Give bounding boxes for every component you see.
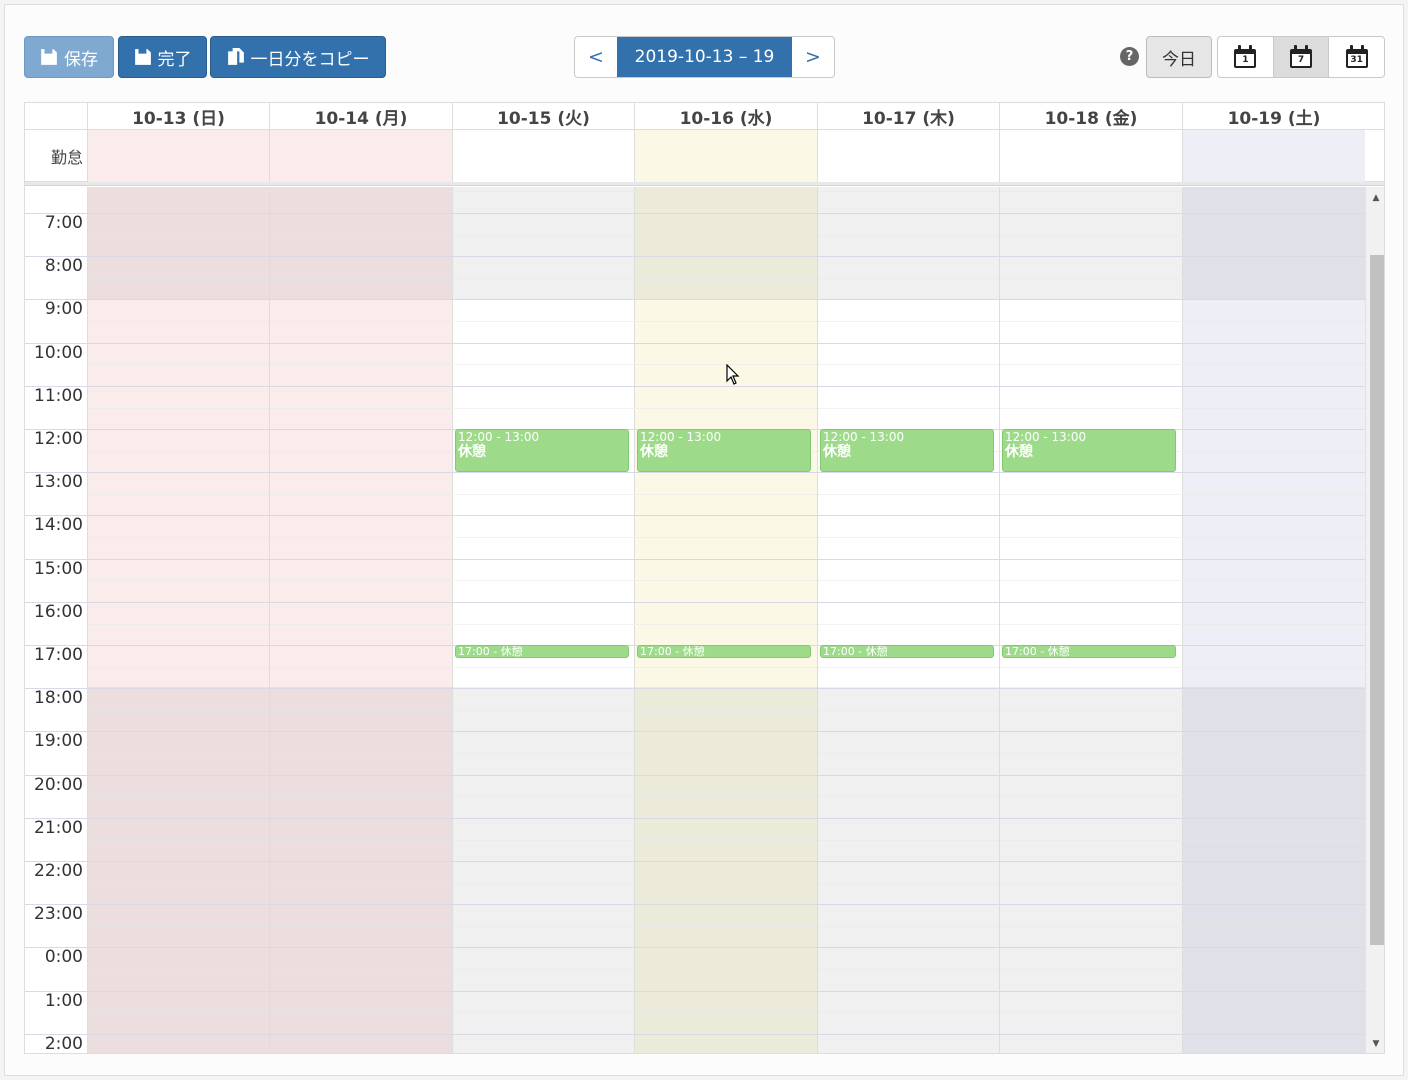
time-label: 14:00 bbox=[34, 515, 83, 535]
attendance-label: 勤怠 bbox=[50, 148, 83, 167]
break-event-time: 12:00 - 13:00 bbox=[640, 430, 722, 444]
copy-day-button-label: 一日分をコピー bbox=[250, 49, 370, 70]
attendance-cell[interactable] bbox=[1182, 130, 1365, 182]
time-label: 9:00 bbox=[44, 299, 83, 319]
time-label: 17:00 bbox=[34, 645, 83, 665]
time-label: 0:00 bbox=[44, 947, 83, 967]
attendance-cell[interactable] bbox=[999, 130, 1182, 182]
time-label: 21:00 bbox=[34, 818, 83, 838]
floppy-disk-icon bbox=[41, 49, 57, 65]
break-event-title: 休憩 bbox=[458, 444, 486, 460]
copy-day-button[interactable]: 一日分をコピー bbox=[210, 36, 386, 78]
save-button-label: 保存 bbox=[64, 49, 98, 70]
day-column[interactable] bbox=[269, 187, 452, 1053]
day-header-row: 10-13 (日) 10-14 (月) 10-15 (火) 10-16 (水) … bbox=[25, 103, 1384, 130]
scrollbar-thumb[interactable] bbox=[1370, 255, 1384, 945]
evening-break-event[interactable]: 17:00 - 休憩 bbox=[455, 645, 629, 658]
time-label: 11:00 bbox=[34, 386, 83, 406]
time-label: 1:00 bbox=[44, 991, 83, 1011]
floppy-disk-icon bbox=[134, 49, 151, 65]
day-header[interactable]: 10-18 (金) bbox=[999, 103, 1182, 130]
break-event[interactable]: 12:00 - 13:00 休憩 bbox=[637, 429, 811, 472]
vertical-scrollbar[interactable]: ▲ ▼ bbox=[1365, 187, 1384, 1053]
time-label: 18:00 bbox=[34, 688, 83, 708]
day-column[interactable] bbox=[634, 187, 817, 1053]
time-label: 7:00 bbox=[44, 213, 83, 233]
calendar-day-icon: 1 bbox=[1233, 45, 1257, 69]
month-view-button[interactable]: 31 bbox=[1328, 37, 1384, 77]
day-header[interactable]: 10-17 (木) bbox=[817, 103, 999, 130]
time-label: 23:00 bbox=[34, 904, 83, 924]
break-event-title: 休憩 bbox=[1005, 444, 1033, 460]
time-label: 15:00 bbox=[34, 559, 83, 579]
time-label: 10:00 bbox=[34, 343, 83, 363]
calendar-month-icon-number: 31 bbox=[1350, 55, 1363, 65]
time-label: 13:00 bbox=[34, 472, 83, 492]
time-grid: 7:00 8:00 9:00 10:00 11:00 12:00 13:00 1… bbox=[25, 187, 1365, 1054]
attendance-cell[interactable] bbox=[634, 130, 817, 182]
evening-break-event[interactable]: 17:00 - 休憩 bbox=[1002, 645, 1176, 658]
break-event-title: 休憩 bbox=[823, 444, 851, 460]
day-column[interactable] bbox=[1182, 187, 1365, 1053]
date-range-label: 2019-10-13 – 19 bbox=[617, 37, 792, 77]
day-header[interactable]: 10-15 (火) bbox=[452, 103, 634, 130]
attendance-cell[interactable] bbox=[269, 130, 452, 182]
day-column[interactable] bbox=[87, 187, 269, 1053]
day-column[interactable] bbox=[817, 187, 999, 1053]
prev-week-button[interactable]: < bbox=[575, 37, 617, 77]
time-label: 12:00 bbox=[34, 429, 83, 449]
week-view-button[interactable]: 7 bbox=[1272, 37, 1329, 77]
mouse-cursor-icon bbox=[726, 364, 740, 385]
next-week-button[interactable]: > bbox=[792, 37, 834, 77]
time-label: 19:00 bbox=[34, 731, 83, 751]
time-label: 16:00 bbox=[34, 602, 83, 622]
break-event[interactable]: 12:00 - 13:00 休憩 bbox=[1002, 429, 1176, 472]
time-label: 2:00 bbox=[44, 1034, 83, 1054]
break-event[interactable]: 12:00 - 13:00 休憩 bbox=[820, 429, 994, 472]
break-event-time: 12:00 - 13:00 bbox=[458, 430, 540, 444]
break-event-title: 休憩 bbox=[640, 444, 668, 460]
attendance-cell[interactable] bbox=[817, 130, 999, 182]
day-column[interactable] bbox=[999, 187, 1182, 1053]
day-header[interactable]: 10-13 (日) bbox=[87, 103, 269, 130]
help-icon[interactable]: ? bbox=[1120, 47, 1139, 66]
day-view-button[interactable]: 1 bbox=[1218, 37, 1273, 77]
break-event-time: 12:00 - 13:00 bbox=[823, 430, 905, 444]
header-divider bbox=[25, 182, 1384, 186]
evening-break-event[interactable]: 17:00 - 休憩 bbox=[637, 645, 811, 658]
date-navigation: < 2019-10-13 – 19 > bbox=[574, 36, 835, 78]
attendance-cell[interactable] bbox=[87, 130, 269, 182]
calendar-month-icon: 31 bbox=[1345, 45, 1369, 69]
week-calendar: 10-13 (日) 10-14 (月) 10-15 (火) 10-16 (水) … bbox=[24, 102, 1385, 1054]
done-button[interactable]: 完了 bbox=[118, 36, 207, 78]
day-header[interactable]: 10-14 (月) bbox=[269, 103, 452, 130]
day-header[interactable]: 10-19 (土) bbox=[1182, 103, 1365, 130]
calendar-week-icon: 7 bbox=[1289, 45, 1313, 69]
break-event[interactable]: 12:00 - 13:00 休憩 bbox=[455, 429, 629, 472]
today-button[interactable]: 今日 bbox=[1146, 36, 1212, 78]
scroll-down-arrow-icon[interactable]: ▼ bbox=[1366, 1037, 1384, 1051]
done-button-label: 完了 bbox=[157, 49, 192, 70]
calendar-week-icon-number: 7 bbox=[1297, 55, 1305, 65]
time-label: 22:00 bbox=[34, 861, 83, 881]
calendar-day-icon-number: 1 bbox=[1242, 55, 1249, 65]
attendance-row: 勤怠 bbox=[25, 130, 1384, 182]
evening-break-event[interactable]: 17:00 - 休憩 bbox=[820, 645, 994, 658]
copy-icon bbox=[227, 48, 244, 65]
break-event-time: 12:00 - 13:00 bbox=[1005, 430, 1087, 444]
time-label: 8:00 bbox=[44, 256, 83, 276]
scroll-up-arrow-icon[interactable]: ▲ bbox=[1366, 191, 1384, 205]
time-label: 20:00 bbox=[34, 775, 83, 795]
save-button[interactable]: 保存 bbox=[24, 36, 114, 78]
attendance-cell[interactable] bbox=[452, 130, 634, 182]
day-header[interactable]: 10-16 (水) bbox=[634, 103, 817, 130]
day-column[interactable] bbox=[452, 187, 634, 1053]
view-switcher: 1 7 31 bbox=[1217, 36, 1385, 78]
